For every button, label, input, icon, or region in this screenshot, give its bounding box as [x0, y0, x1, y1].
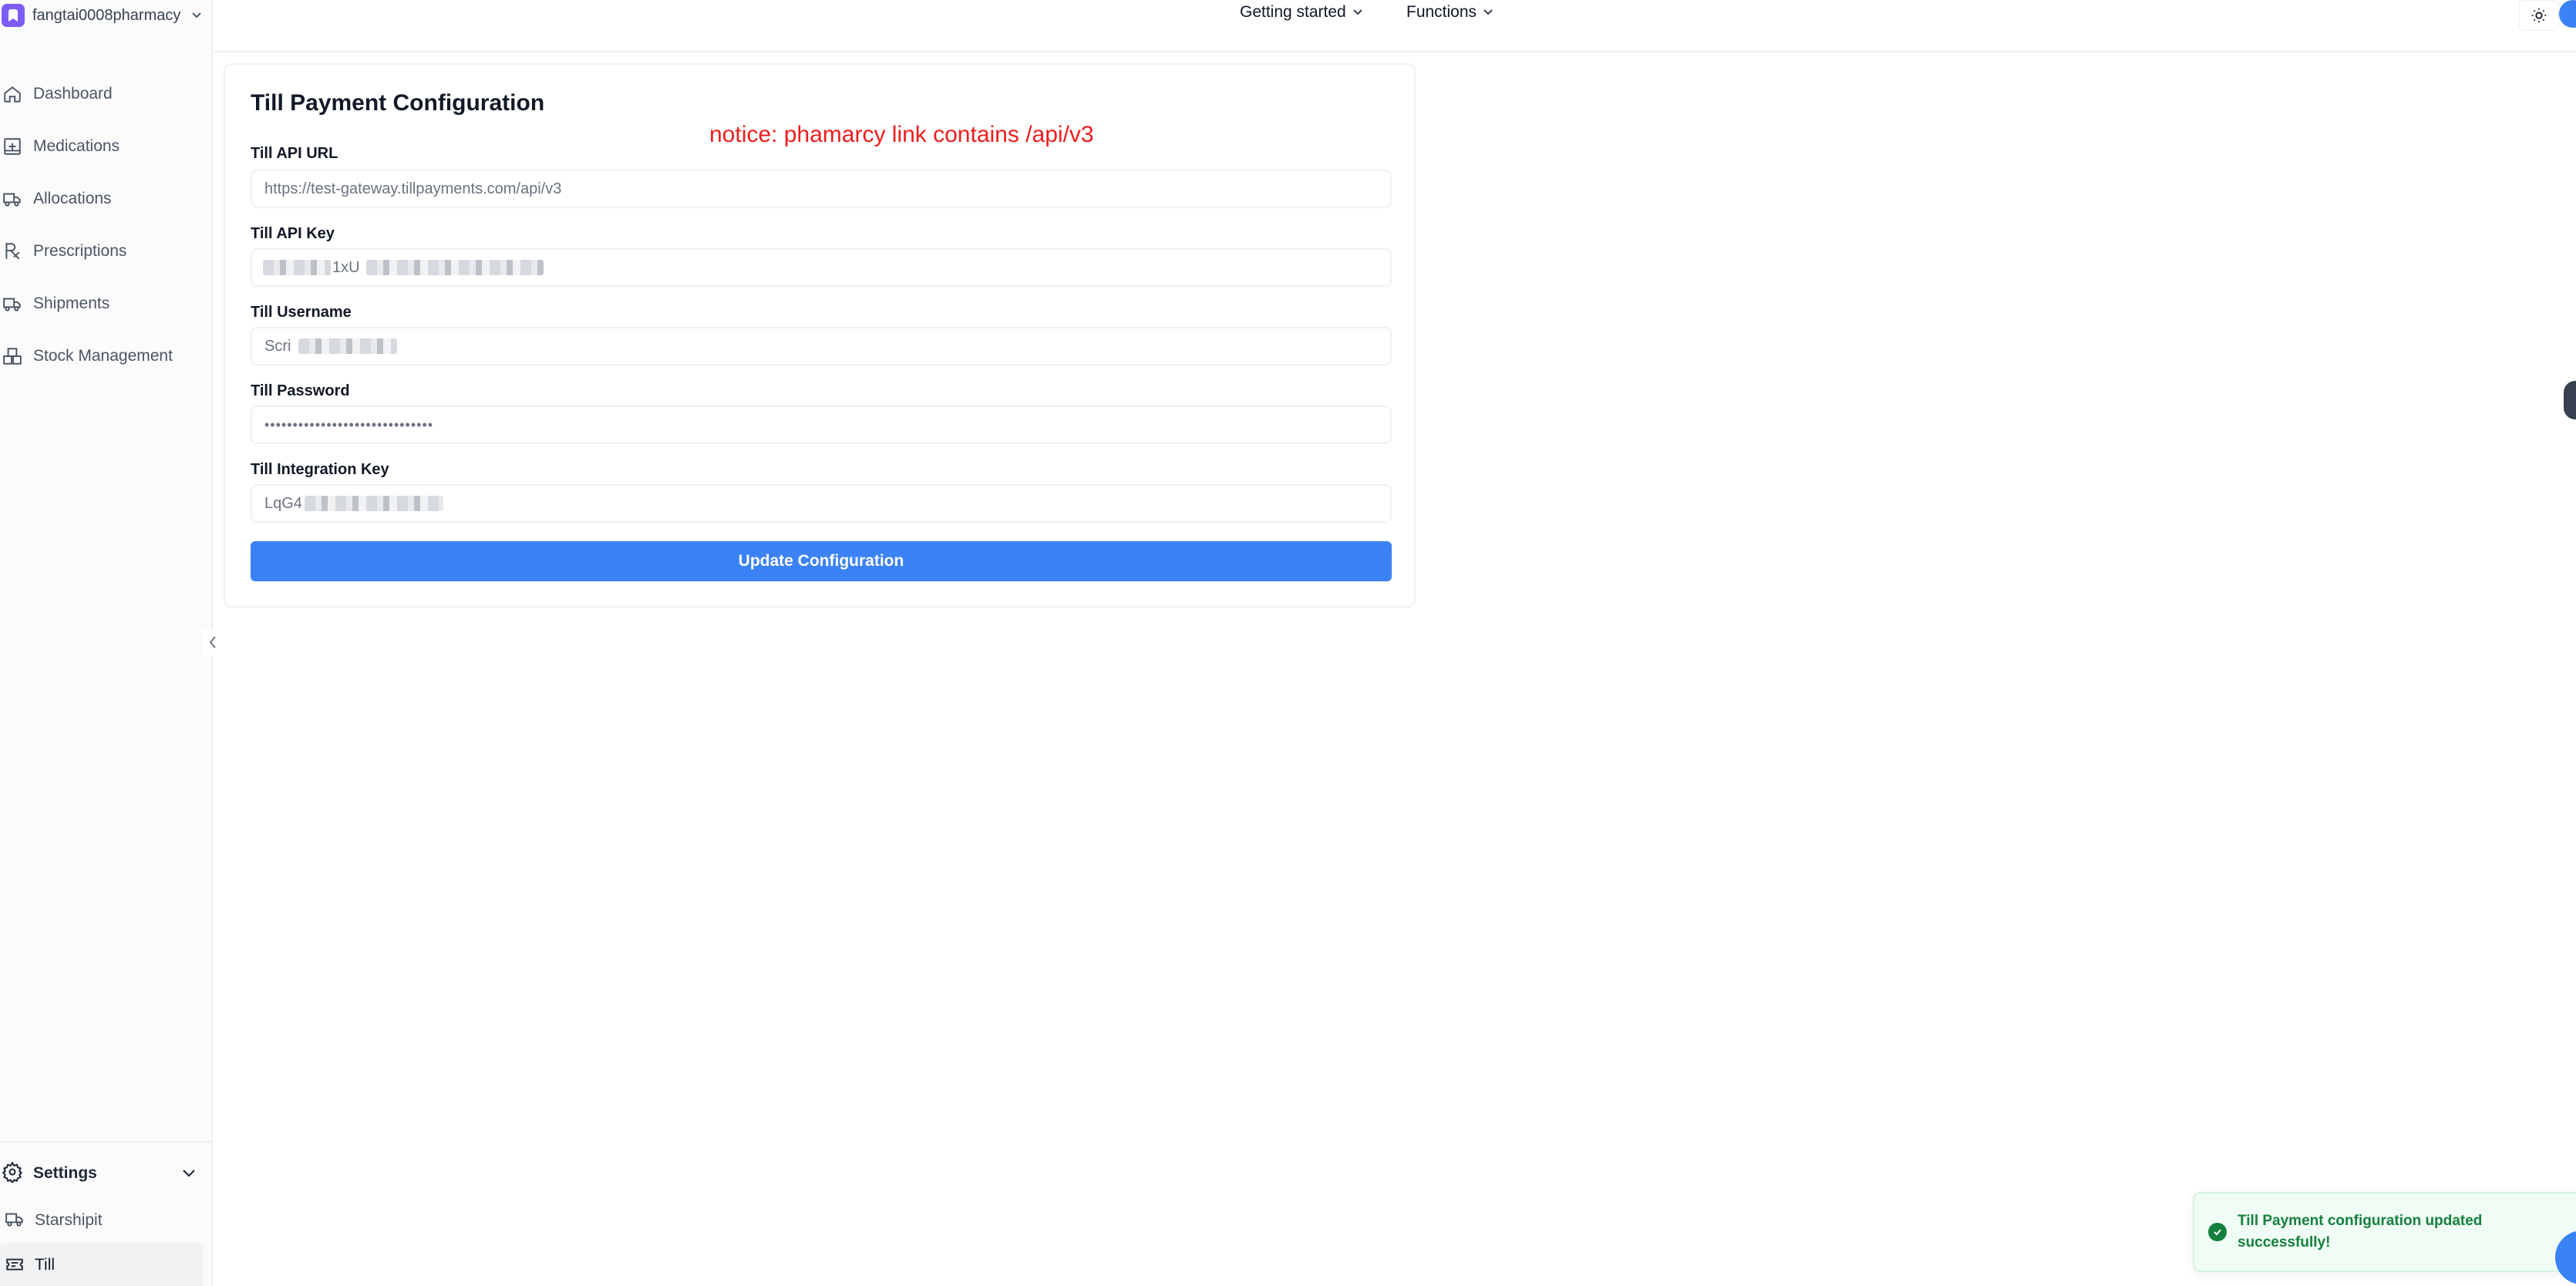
- chevron-left-icon: [209, 636, 216, 648]
- sidebar-item-label: Till: [35, 1256, 56, 1274]
- redacted-mask: [305, 496, 443, 511]
- toast-message: Till Payment configuration updated succe…: [2238, 1213, 2483, 1251]
- redacted-mask: [366, 260, 544, 275]
- sidebar-item-dashboard[interactable]: Dashboard: [0, 68, 213, 120]
- success-toast: Till Payment configuration updated succe…: [2193, 1192, 2576, 1284]
- settings-label: Settings: [33, 1164, 97, 1182]
- till-integration-key-value: LqG4: [264, 495, 302, 512]
- sidebar-item-starshipit[interactable]: Starshipit: [0, 1198, 213, 1243]
- collapse-sidebar-button[interactable]: [202, 629, 224, 655]
- chevron-down-icon: [1483, 9, 1493, 15]
- top-bar: Getting started Functions: [214, 0, 2576, 52]
- chevron-down-icon: [183, 1170, 195, 1177]
- sidebar: fangtai0008pharmacy Dashboard Medication…: [0, 0, 224, 1286]
- chevron-down-icon: [192, 12, 202, 19]
- redacted-mask: [298, 338, 397, 354]
- sidebar-item-medications[interactable]: Medications: [0, 120, 213, 173]
- truck-icon: [2, 293, 23, 315]
- avatar[interactable]: [2559, 0, 2576, 28]
- till-username-label: Till Username: [251, 304, 352, 321]
- sidebar-item-till[interactable]: Till: [0, 1243, 204, 1286]
- till-api-key-value: 1xU: [332, 259, 360, 276]
- getting-started-label: Getting started: [1240, 3, 1346, 21]
- notice-text: notice: phamarcy link contains /api/v3: [709, 122, 1094, 147]
- till-api-key-label: Till API Key: [251, 225, 335, 242]
- sidebar-item-label: Allocations: [33, 190, 112, 207]
- floating-handle[interactable]: [2564, 381, 2576, 419]
- sidebar-settings-section: Settings Starshipit Till: [0, 1141, 213, 1286]
- getting-started-menu[interactable]: Getting started: [1240, 3, 1363, 22]
- truck-icon: [5, 1209, 25, 1233]
- till-api-url-label: Till API URL: [251, 145, 338, 162]
- theme-toggle-button[interactable]: [2519, 0, 2559, 31]
- sidebar-item-label: Stock Management: [33, 347, 173, 365]
- till-integration-key-input[interactable]: LqG4: [251, 484, 1392, 523]
- till-password-value: ••••••••••••••••••••••••••••••: [264, 417, 434, 433]
- ticket-icon: [5, 1254, 25, 1278]
- till-password-label: Till Password: [251, 382, 350, 399]
- settings-toggle[interactable]: Settings: [0, 1149, 213, 1198]
- check-circle-icon: [2208, 1223, 2227, 1241]
- truck-icon: [2, 188, 23, 210]
- till-api-url-input[interactable]: [251, 170, 1392, 208]
- sun-icon: [2531, 8, 2547, 23]
- sidebar-item-label: Medications: [33, 137, 120, 155]
- till-config-card: Till Payment Configuration notice: phama…: [224, 63, 1416, 608]
- till-api-key-input[interactable]: 1xU: [251, 248, 1392, 287]
- gear-icon: [2, 1160, 23, 1187]
- functions-label: Functions: [1406, 3, 1477, 21]
- sidebar-item-label: Dashboard: [33, 85, 113, 103]
- sidebar-item-label: Starshipit: [35, 1211, 103, 1229]
- rx-icon: [2, 241, 23, 262]
- sidebar-item-shipments[interactable]: Shipments: [0, 278, 213, 330]
- boxes-icon: [2, 345, 23, 367]
- sidebar-item-allocations[interactable]: Allocations: [0, 173, 213, 225]
- medical-box-icon: [2, 136, 23, 157]
- till-integration-key-label: Till Integration Key: [251, 461, 389, 478]
- sidebar-item-stock-management[interactable]: Stock Management: [0, 330, 213, 382]
- sidebar-item-label: Prescriptions: [33, 242, 127, 260]
- org-logo-icon: [2, 4, 25, 27]
- sidebar-item-prescriptions[interactable]: Prescriptions: [0, 225, 213, 278]
- page-title: Till Payment Configuration: [251, 90, 545, 116]
- update-configuration-button[interactable]: Update Configuration: [251, 541, 1392, 581]
- sidebar-nav: Dashboard Medications Allocations Prescr…: [0, 68, 213, 382]
- functions-menu[interactable]: Functions: [1406, 3, 1493, 22]
- redacted-mask: [263, 260, 331, 275]
- till-password-input[interactable]: ••••••••••••••••••••••••••••••: [251, 406, 1392, 444]
- home-icon: [2, 83, 23, 105]
- till-username-value: Scri: [264, 338, 291, 355]
- till-username-input[interactable]: Scri: [251, 327, 1392, 365]
- chevron-down-icon: [1353, 9, 1362, 15]
- org-switcher[interactable]: fangtai0008pharmacy: [2, 3, 202, 28]
- sidebar-item-label: Shipments: [33, 295, 110, 312]
- org-name: fangtai0008pharmacy: [32, 6, 181, 24]
